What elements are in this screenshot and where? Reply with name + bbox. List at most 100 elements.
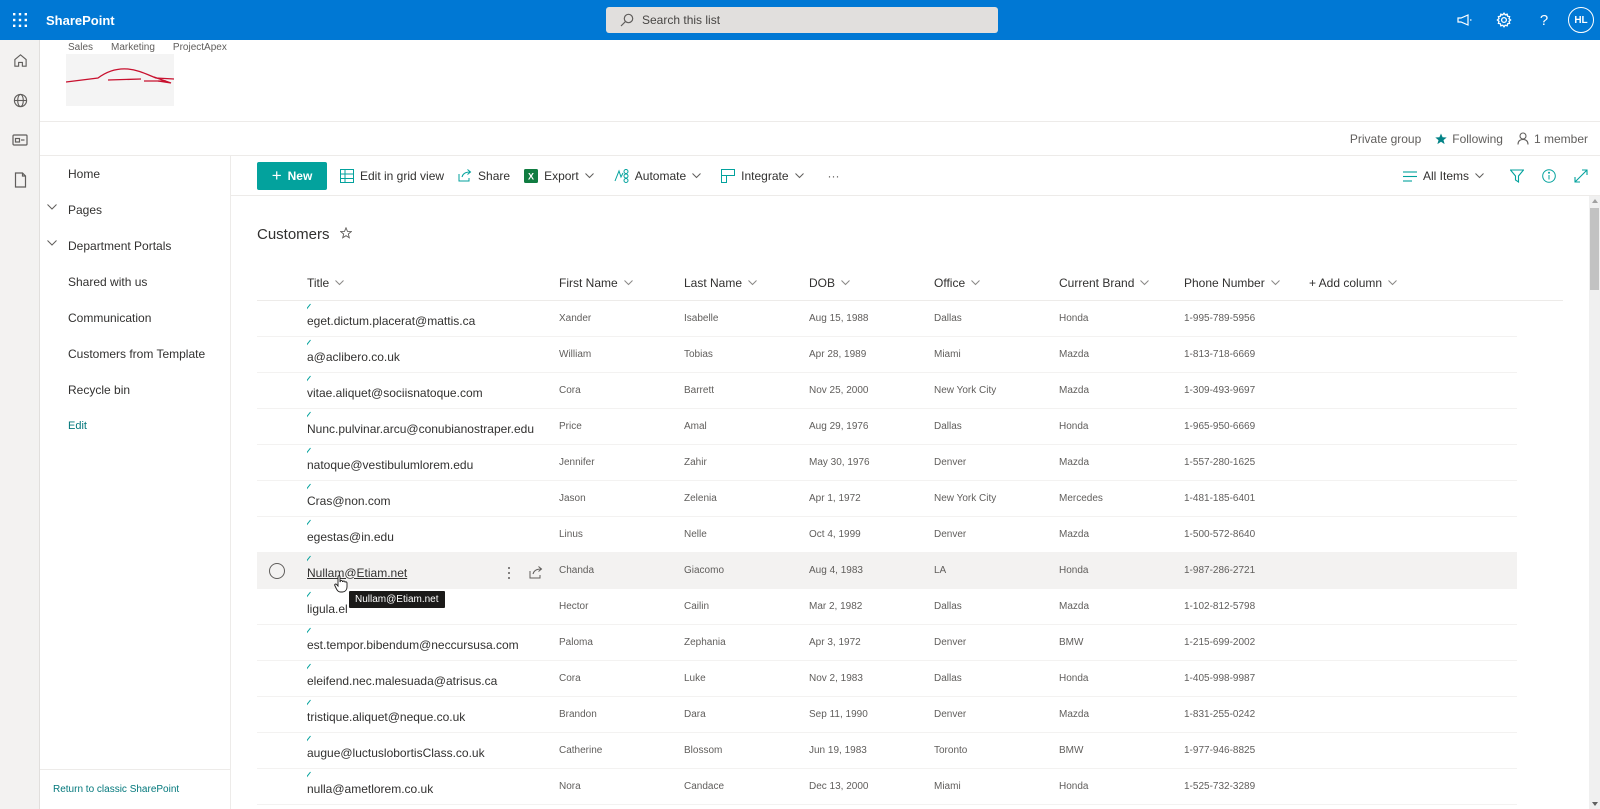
- item-title-link[interactable]: ligula.el: [307, 602, 348, 616]
- edit-grid-view-button[interactable]: Edit in grid view: [340, 168, 444, 183]
- app-name-link[interactable]: SharePoint: [46, 13, 115, 28]
- members-button[interactable]: 1 member: [1517, 132, 1588, 146]
- automate-button[interactable]: Automate: [614, 168, 707, 183]
- item-title-link[interactable]: a@aclibero.co.uk: [307, 350, 400, 364]
- table-row[interactable]: a@aclibero.co.uk William Tobias Apr 28, 198…: [257, 337, 1517, 373]
- item-title-link[interactable]: Nunc.pulvinar.arcu@conubianostraper.edu: [307, 422, 534, 436]
- help-button[interactable]: ?: [1524, 0, 1564, 40]
- item-title-link[interactable]: tristique.aliquet@neque.co.uk: [307, 710, 465, 724]
- site-logo[interactable]: [65, 54, 175, 106]
- add-column-button[interactable]: + Add column: [1309, 276, 1449, 290]
- title-cell[interactable]: eleifend.nec.malesuada@atrisus.ca: [307, 659, 559, 699]
- title-cell[interactable]: augue@luctuslobortisClass.co.uk: [307, 731, 559, 771]
- title-cell[interactable]: Nunc.pulvinar.arcu@conubianostraper.edu: [307, 407, 559, 447]
- column-header-last-name[interactable]: Last Name: [684, 276, 809, 290]
- column-header-title[interactable]: Title: [307, 276, 559, 290]
- app-launcher-button[interactable]: [0, 0, 40, 40]
- title-cell[interactable]: a@aclibero.co.uk: [307, 335, 559, 375]
- nav-item-shared-with-us[interactable]: Shared with us: [40, 264, 230, 300]
- table-row[interactable]: tristique.aliquet@neque.co.uk Brandon Dara…: [257, 697, 1517, 733]
- scroll-up-arrow[interactable]: [1592, 199, 1598, 203]
- table-row[interactable]: ligula.el Hector Cailin Mar 2, 1982 Dallas Ma…: [257, 589, 1517, 625]
- column-header-current-brand[interactable]: Current Brand: [1059, 276, 1184, 290]
- search-input[interactable]: [642, 13, 982, 27]
- settings-button[interactable]: [1484, 0, 1524, 40]
- title-cell[interactable]: natoque@vestibulumlorem.edu: [307, 443, 559, 483]
- rail-files-button[interactable]: [0, 160, 40, 200]
- export-button[interactable]: X Export: [524, 168, 600, 183]
- title-cell[interactable]: vitae.aliquet@sociisnatoque.com: [307, 371, 559, 411]
- row-select-radio[interactable]: [269, 562, 285, 579]
- more-actions-button[interactable]: [507, 566, 511, 580]
- item-title-link[interactable]: vitae.aliquet@sociisnatoque.com: [307, 386, 483, 400]
- scroll-down-arrow[interactable]: [1592, 802, 1598, 806]
- nav-item-department-portals[interactable]: Department Portals: [40, 228, 230, 264]
- user-avatar[interactable]: HL: [1568, 7, 1594, 33]
- nav-item-home[interactable]: Home: [40, 156, 230, 192]
- rail-home-button[interactable]: [0, 40, 40, 80]
- cell-brand: Mazda: [1059, 349, 1090, 360]
- feedback-button[interactable]: [1444, 0, 1484, 40]
- title-cell[interactable]: eget.dictum.placerat@mattis.ca: [307, 299, 559, 339]
- return-to-classic-link[interactable]: Return to classic SharePoint: [40, 769, 230, 809]
- favorite-button[interactable]: [339, 226, 353, 243]
- title-cell[interactable]: tristique.aliquet@neque.co.uk: [307, 695, 559, 735]
- new-button[interactable]: + New: [257, 161, 327, 190]
- search-box[interactable]: [606, 7, 998, 33]
- following-button[interactable]: Following: [1435, 132, 1503, 146]
- table-row[interactable]: egestas@in.edu Linus Nelle Oct 4, 1999 Denve…: [257, 517, 1517, 553]
- chevron-down-icon[interactable]: [47, 204, 57, 210]
- table-row[interactable]: Nunc.pulvinar.arcu@conubianostraper.edu P…: [257, 409, 1517, 445]
- share-button[interactable]: Share: [458, 169, 510, 183]
- column-headers: Title First Name Last Name DOB Office Current…: [257, 265, 1563, 301]
- integrate-button[interactable]: Integrate: [721, 168, 809, 183]
- title-cell[interactable]: Cras@non.com: [307, 479, 559, 519]
- nav-item-communication[interactable]: Communication: [40, 300, 230, 336]
- table-row[interactable]: natoque@vestibulumlorem.edu Jennifer Zahir…: [257, 445, 1517, 481]
- fullscreen-button[interactable]: [1574, 169, 1588, 183]
- item-title-link[interactable]: natoque@vestibulumlorem.edu: [307, 458, 473, 472]
- item-title-link[interactable]: eleifend.nec.malesuada@atrisus.ca: [307, 674, 497, 688]
- nav-item-pages[interactable]: Pages: [40, 192, 230, 228]
- hub-link-projectapex[interactable]: ProjectApex: [173, 42, 227, 53]
- more-options-button[interactable]: ···: [828, 169, 840, 183]
- cell-phone: 1-309-493-9697: [1184, 385, 1256, 396]
- nav-edit-link[interactable]: Edit: [40, 408, 230, 444]
- title-cell[interactable]: egestas@in.edu: [307, 515, 559, 555]
- nav-item-recycle-bin[interactable]: Recycle bin: [40, 372, 230, 408]
- column-header-first-name[interactable]: First Name: [559, 276, 684, 290]
- item-title-link[interactable]: est.tempor.bibendum@neccursusa.com: [307, 638, 519, 652]
- row-share-button[interactable]: [529, 566, 543, 579]
- table-row[interactable]: Cras@non.com Jason Zelenia Apr 1, 1972 New Y…: [257, 481, 1517, 517]
- scroll-thumb[interactable]: [1590, 208, 1599, 290]
- hub-link-sales[interactable]: Sales: [68, 42, 93, 53]
- item-title-link[interactable]: eget.dictum.placerat@mattis.ca: [307, 314, 475, 328]
- title-cell[interactable]: est.tempor.bibendum@neccursusa.com: [307, 623, 559, 663]
- vertical-scrollbar[interactable]: [1589, 196, 1600, 809]
- table-row[interactable]: nulla@ametlorem.co.uk Nora Candace Dec 13, …: [257, 769, 1517, 805]
- table-row[interactable]: augue@luctuslobortisClass.co.uk Catherine…: [257, 733, 1517, 769]
- filter-button[interactable]: [1510, 169, 1524, 183]
- item-title-link[interactable]: Nullam@Etiam.net: [307, 566, 407, 580]
- item-title-link[interactable]: nulla@ametlorem.co.uk: [307, 782, 433, 796]
- nav-item-customers-from-template[interactable]: Customers from Template: [40, 336, 230, 372]
- item-title-link[interactable]: egestas@in.edu: [307, 530, 394, 544]
- rail-news-button[interactable]: [0, 120, 40, 160]
- column-header-office[interactable]: Office: [934, 276, 1059, 290]
- table-row[interactable]: eget.dictum.placerat@mattis.ca Xander Isab…: [257, 301, 1517, 337]
- info-button[interactable]: [1542, 169, 1556, 183]
- rail-sites-button[interactable]: [0, 80, 40, 120]
- hub-link-marketing[interactable]: Marketing: [111, 42, 155, 53]
- table-row[interactable]: vitae.aliquet@sociisnatoque.com Cora Barre…: [257, 373, 1517, 409]
- column-header-phone-number[interactable]: Phone Number: [1184, 276, 1309, 290]
- item-title-link[interactable]: Cras@non.com: [307, 494, 391, 508]
- chevron-down-icon[interactable]: [47, 240, 57, 246]
- table-row[interactable]: Nullam@Etiam.net Chanda Giacomo Aug 4, 1983…: [257, 553, 1517, 589]
- item-title-link[interactable]: augue@luctuslobortisClass.co.uk: [307, 746, 485, 760]
- table-row[interactable]: est.tempor.bibendum@neccursusa.com Paloma…: [257, 625, 1517, 661]
- table-row[interactable]: eleifend.nec.malesuada@atrisus.ca Cora Luk…: [257, 661, 1517, 697]
- view-selector[interactable]: All Items: [1402, 169, 1490, 183]
- title-cell[interactable]: nulla@ametlorem.co.uk: [307, 767, 559, 807]
- cell-brand: BMW: [1059, 637, 1084, 648]
- column-header-dob[interactable]: DOB: [809, 276, 934, 290]
